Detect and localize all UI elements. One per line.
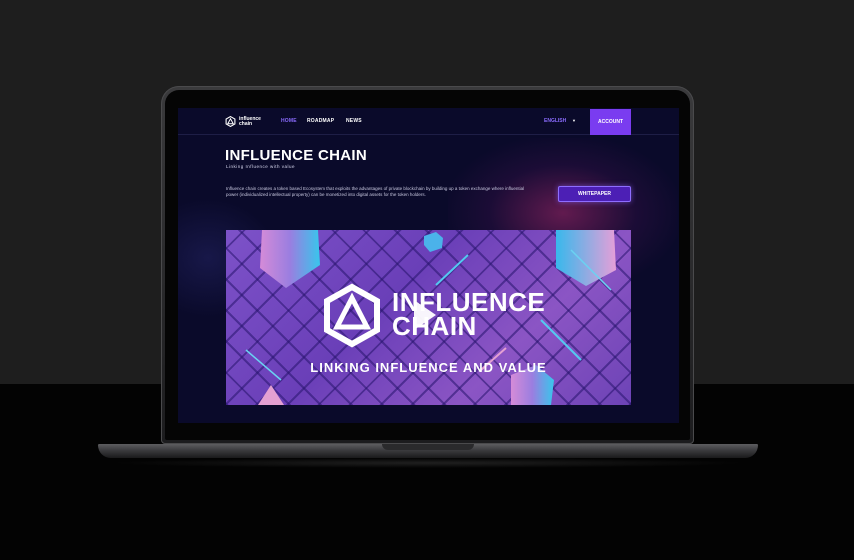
caret-down-icon[interactable]: ▼ bbox=[572, 118, 576, 123]
whitepaper-button[interactable]: WHITEPAPER bbox=[558, 186, 631, 202]
page-title: INFLUENCE CHAIN bbox=[225, 147, 367, 164]
laptop-shadow bbox=[110, 458, 746, 468]
account-button[interactable]: ACCOUNT bbox=[590, 109, 631, 135]
language-selector[interactable]: ENGLISH bbox=[544, 118, 566, 124]
banner-logo-icon bbox=[324, 283, 380, 348]
hero-description: Influence chain creates a token based Ec… bbox=[226, 186, 525, 197]
nav-link-roadmap[interactable]: ROADMAP bbox=[307, 118, 334, 124]
top-navigation: influence chain HOME ROADMAP NEWS ENGLIS… bbox=[178, 108, 679, 135]
site-logo[interactable]: influence chain bbox=[225, 115, 269, 128]
nav-link-home[interactable]: HOME bbox=[281, 118, 297, 124]
laptop-screen: influence chain HOME ROADMAP NEWS ENGLIS… bbox=[178, 108, 679, 423]
video-player[interactable]: INFLUENCE CHAIN LINKING INFLUENCE AND VA… bbox=[226, 230, 631, 405]
laptop-notch bbox=[382, 444, 474, 450]
nav-link-news[interactable]: NEWS bbox=[346, 118, 362, 124]
play-icon[interactable] bbox=[414, 300, 436, 330]
logo-text: influence chain bbox=[239, 115, 261, 127]
banner-tagline: LINKING INFLUENCE AND VALUE bbox=[310, 360, 547, 375]
logo-icon bbox=[225, 116, 236, 127]
page-subtitle: Linking Influence with value bbox=[226, 164, 296, 169]
